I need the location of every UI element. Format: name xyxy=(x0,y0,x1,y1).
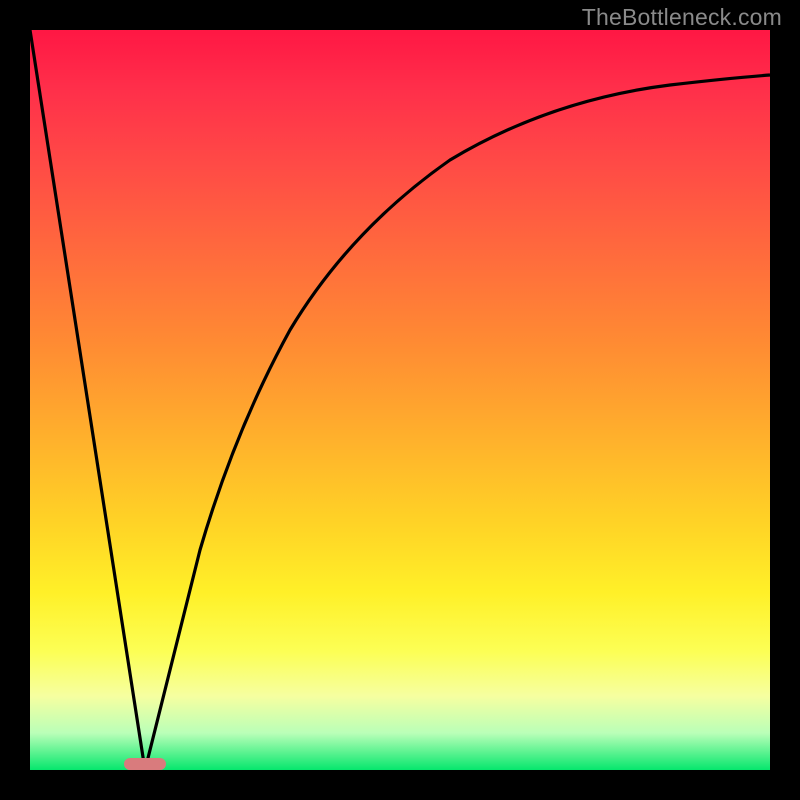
watermark-text: TheBottleneck.com xyxy=(582,4,782,31)
curve-layer xyxy=(30,30,770,770)
plot-area xyxy=(30,30,770,770)
left-slope-line xyxy=(30,30,145,770)
optimal-marker xyxy=(124,758,166,770)
right-curve-line xyxy=(145,75,770,770)
chart-frame: TheBottleneck.com xyxy=(0,0,800,800)
